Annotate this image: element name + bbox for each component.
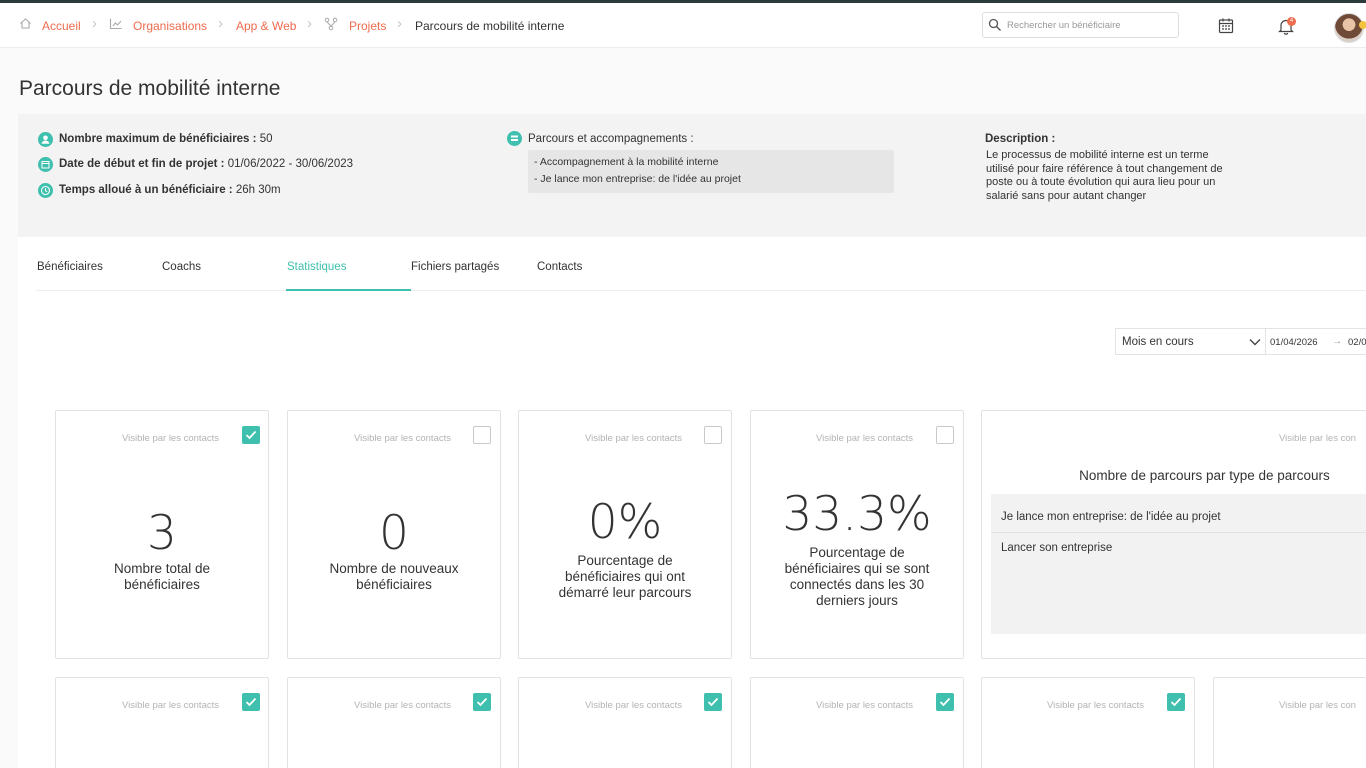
stat-card: Visible par les contacts [287,677,501,768]
tab-coachs[interactable]: Coachs [162,261,201,273]
stat-caption: Pourcentage de bénéficiaires qui se sont… [784,545,930,608]
time-allowed-label: Temps alloué à un bénéficiaire : [59,184,233,196]
max-beneficiaries: Nombre maximum de bénéficiaires : 50 [59,133,272,145]
description-text: Le processus de mobilité interne est un … [986,149,1223,202]
parcours-item: - Accompagnement à la mobilité interne [534,156,719,168]
search-input[interactable]: Rechercher un bénéficiaire [982,12,1179,38]
notification-badge: 4 [1287,17,1296,26]
date-end: 02/0 [1348,337,1366,348]
time-allowed-value: 26h 30m [235,184,281,196]
breadcrumb-separator: › [218,15,223,32]
tab-beneficiaires[interactable]: Bénéficiaires [37,261,103,273]
visible-contacts-checkbox[interactable] [242,693,260,711]
period-select-value: Mois en cours [1122,336,1194,348]
arrow-right-icon: → [1332,336,1342,347]
top-bar: Accueil › Organisations › App & Web › Pr… [0,3,1366,48]
parcours-item: - Je lance mon entreprise: de l'idée au … [534,173,741,185]
visible-contacts-label: Visible par les contacts [1047,700,1144,711]
visible-contacts-label: Visible par les contacts [816,700,913,711]
stat-card: Visible par les contacts [981,677,1195,768]
visible-contacts-label: Visible par les contacts [816,433,913,444]
chart-title: Nombre de parcours par type de parcours [1079,468,1330,483]
user-icon [38,132,53,147]
visible-contacts-checkbox[interactable] [936,426,954,444]
breadcrumb-separator: › [397,15,402,32]
page-title: Parcours de mobilité interne [19,77,281,100]
max-beneficiaries-label: Nombre maximum de bénéficiaires : [59,133,257,145]
calendar-icon[interactable] [1218,17,1234,34]
visible-contacts-checkbox[interactable] [704,693,722,711]
visible-contacts-checkbox[interactable] [242,426,260,444]
stat-card-nouveaux-beneficiaires: Visible par les contacts 0 Nombre de nou… [287,410,501,659]
date-range-picker[interactable]: 01/04/2026 → 02/0 [1266,328,1366,355]
chart-row-label: Lancer son entreprise [1001,542,1113,554]
stat-card: Visible par les contacts [750,677,964,768]
project-dates: Date de début et fin de projet : 01/06/2… [59,158,353,170]
chevron-down-icon [1249,339,1261,346]
chart-row: Je lance mon entreprise: de l'idée au pr… [991,494,1366,533]
breadcrumb-separator: › [307,15,312,32]
stat-card-connectes-30-jours: Visible par les contacts 33.3% Pourcenta… [750,410,964,659]
stat-card: Visible par les contacts [55,677,269,768]
visible-contacts-label: Visible par les contacts [122,700,219,711]
chart-list: Je lance mon entreprise: de l'idée au pr… [991,494,1366,634]
stat-card-total-beneficiaires: Visible par les contacts 3 Nombre total … [55,410,269,659]
tab-fichiers-partages[interactable]: Fichiers partagés [411,261,499,273]
breadcrumb-separator: › [92,15,97,32]
parcours-label: Parcours et accompagnements : [528,133,694,145]
branch-icon [324,17,338,31]
stat-value: 0 [379,506,409,561]
chart-row-label: Je lance mon entreprise: de l'idée au pr… [1001,511,1221,523]
tab-statistiques[interactable]: Statistiques [287,261,346,273]
description-label: Description : [985,133,1056,145]
search-icon [988,18,1001,31]
visible-contacts-checkbox[interactable] [1167,693,1185,711]
parcours-list: - Accompagnement à la mobilité interne -… [528,150,894,193]
breadcrumb-accueil[interactable]: Accueil [42,19,81,33]
visible-contacts-label: Visible par les contacts [354,433,451,444]
stat-value: 3 [147,506,177,561]
search-placeholder: Rechercher un bénéficiaire [1007,20,1121,31]
visible-contacts-label: Visible par les contacts [354,700,451,711]
active-tab-indicator [286,289,411,291]
visible-contacts-label: Visible par les contacts [122,433,219,444]
status-dot [1359,21,1366,29]
tabs-divider [36,290,1366,291]
visible-contacts-checkbox[interactable] [704,426,722,444]
stat-caption: Nombre de nouveaux bénéficiaires [329,561,459,592]
visible-contacts-label: Visible par les con [1279,700,1356,711]
signpost-icon [507,131,522,146]
breadcrumb-organisations[interactable]: Organisations [133,19,207,33]
project-dates-label: Date de début et fin de projet : [59,158,225,170]
visible-contacts-checkbox[interactable] [473,693,491,711]
tab-contacts[interactable]: Contacts [537,261,582,273]
chart-icon [109,18,122,30]
chart-card-parcours-par-type: Visible par les con Nombre de parcours p… [981,410,1366,659]
date-start: 01/04/2026 [1270,337,1318,348]
breadcrumb-projets[interactable]: Projets [349,19,386,33]
clock-icon [38,183,53,198]
project-dates-value: 01/06/2022 - 30/06/2023 [227,158,354,170]
visible-contacts-checkbox[interactable] [936,693,954,711]
stat-value: 33.3% [782,487,932,542]
stat-caption: Pourcentage de bénéficiaires qui ont dém… [558,553,692,600]
stat-value: 0% [587,495,663,550]
home-icon [20,18,31,29]
breadcrumb-current: Parcours de mobilité interne [415,19,565,33]
time-allowed: Temps alloué à un bénéficiaire : 26h 30m [59,184,281,196]
stat-card: Visible par les con [1213,677,1366,768]
stat-card: Visible par les contacts [518,677,732,768]
visible-contacts-label: Visible par les contacts [585,433,682,444]
stat-caption: Nombre total de bénéficiaires [113,561,211,592]
visible-contacts-label: Visible par les con [1279,433,1356,444]
calendar-small-icon [38,157,53,172]
stat-card-parcours-demarre: Visible par les contacts 0% Pourcentage … [518,410,732,659]
visible-contacts-label: Visible par les contacts [585,700,682,711]
period-select[interactable]: Mois en cours [1115,328,1266,355]
description: Le processus de mobilité interne est un … [986,149,1226,216]
visible-contacts-checkbox[interactable] [473,426,491,444]
max-beneficiaries-value: 50 [259,133,273,145]
breadcrumb-app-web[interactable]: App & Web [236,19,296,33]
